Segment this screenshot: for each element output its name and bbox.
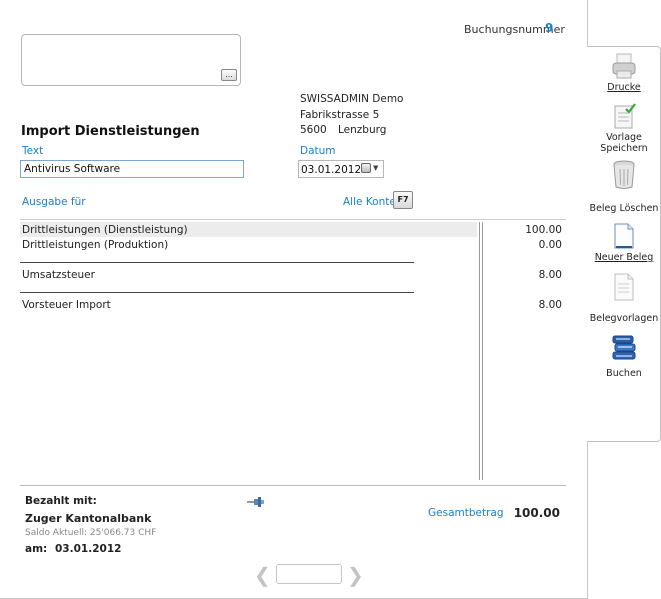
templates-icon[interactable] [612, 272, 636, 302]
column-divider [482, 222, 483, 480]
books-icon[interactable] [610, 332, 638, 362]
f7-button[interactable]: F7 [393, 191, 413, 209]
document-check-icon[interactable] [611, 103, 637, 131]
row-separator [20, 262, 414, 263]
templates-label: Belegvorlagen [589, 313, 659, 324]
date-label: Datum [300, 145, 336, 157]
page-input[interactable] [276, 564, 342, 584]
row-label[interactable]: Vorsteuer Import [22, 299, 111, 311]
save-template-label: Vorlage [606, 132, 642, 143]
print-label: Drucke [607, 82, 641, 93]
row-value: 0.00 [538, 239, 562, 251]
new-document-button[interactable]: Neuer Beleg [587, 252, 661, 263]
row-label[interactable]: Umsatzsteuer [22, 269, 95, 281]
memo-ellipsis-button[interactable]: ... [221, 69, 237, 81]
paid-with-label: Bezahlt mit: [25, 495, 97, 507]
row-value: 8.00 [538, 269, 562, 281]
prev-page-button[interactable]: ❮ [254, 563, 271, 587]
total-value: 100.00 [513, 506, 560, 520]
column-divider [479, 222, 480, 480]
row-label[interactable]: Drittleistungen (Dienstleistung) [22, 224, 188, 236]
printer-icon[interactable] [611, 52, 637, 80]
new-document-icon[interactable] [612, 222, 636, 250]
save-template-button[interactable]: Vorlage Speichern [587, 132, 661, 154]
total-label: Gesamtbetrag [428, 507, 504, 519]
divider [20, 219, 566, 220]
print-button[interactable]: Drucke [587, 82, 661, 93]
text-label: Text [22, 145, 44, 157]
form-title: Import Dienstleistungen [21, 124, 200, 139]
am-label: am: [25, 543, 48, 555]
address-line2: Fabrikstrasse 5 [300, 109, 380, 121]
date-value: 03.01.2012 [301, 164, 362, 176]
pin-icon[interactable] [246, 495, 266, 509]
templates-button[interactable]: Belegvorlagen [587, 313, 661, 324]
row-value: 8.00 [538, 299, 562, 311]
text-input[interactable] [20, 160, 244, 178]
booking-number-value: 9 [545, 21, 554, 35]
address-line1: SWISSADMIN Demo [300, 93, 404, 105]
memo-field[interactable] [21, 34, 241, 86]
save-template-label-2: Speichern [600, 143, 648, 154]
next-page-button[interactable]: ❯ [347, 563, 364, 587]
paid-date: 03.01.2012 [55, 543, 122, 555]
trash-icon[interactable] [611, 160, 637, 190]
row-label[interactable]: Drittleistungen (Produktion) [22, 239, 168, 251]
divider [20, 485, 566, 486]
balance-text: Saldo Aktuell: 25'066.73 CHF [25, 528, 157, 538]
book-label: Buchen [606, 368, 642, 379]
bank-name[interactable]: Zuger Kantonalbank [25, 512, 151, 525]
book-button[interactable]: Buchen [587, 368, 661, 379]
address-city: Lenzburg [338, 124, 387, 136]
ausgabe-fuer-link[interactable]: Ausgabe für [22, 196, 86, 208]
calendar-icon[interactable] [361, 163, 371, 173]
chevron-down-icon[interactable]: ▼ [373, 164, 378, 172]
row-value: 100.00 [525, 224, 562, 236]
delete-document-button[interactable]: Beleg Löschen [587, 203, 661, 214]
new-document-label: Neuer Beleg [594, 252, 654, 263]
delete-document-label: Beleg Löschen [589, 203, 659, 214]
address-zip: 5600 [300, 124, 327, 136]
row-separator [20, 292, 414, 293]
